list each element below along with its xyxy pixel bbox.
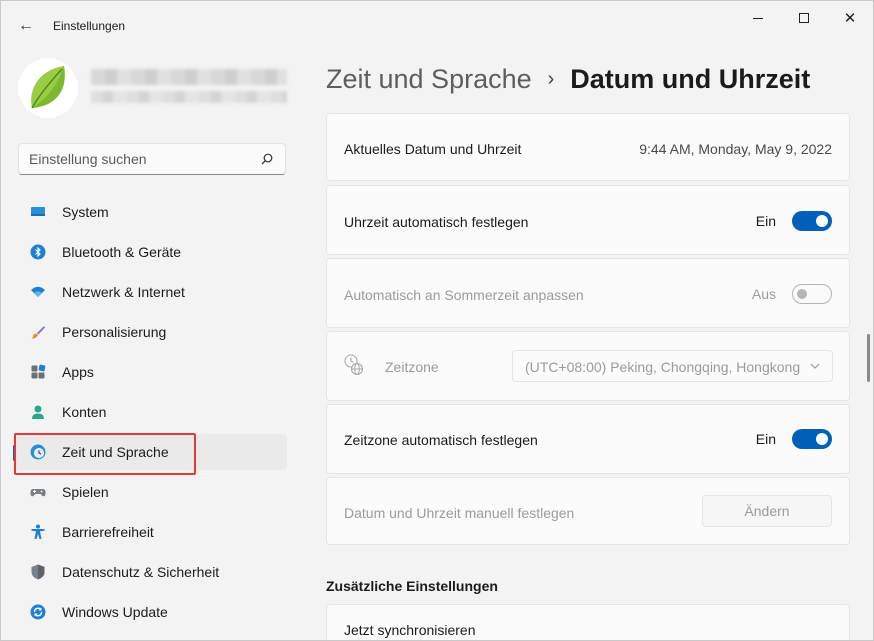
auto-timezone-card: Zeitzone automatisch festlegen Ein	[326, 404, 850, 474]
auto-timezone-label: Zeitzone automatisch festlegen	[344, 432, 538, 448]
close-button[interactable]: ✕	[827, 7, 873, 29]
account-name-redacted	[91, 69, 287, 85]
title-bar: ← Einstellungen ✕	[1, 1, 873, 49]
manual-datetime-card: Datum und Uhrzeit manuell festlegen Ände…	[326, 477, 850, 545]
dst-toggle-group: Aus	[752, 284, 832, 304]
dst-toggle[interactable]	[792, 284, 832, 304]
timezone-dropdown[interactable]: (UTC+08:00) Peking, Chongqing, Hongkong	[512, 350, 833, 382]
auto-time-label: Uhrzeit automatisch festlegen	[344, 214, 529, 230]
back-arrow-icon: ←	[18, 17, 34, 34]
page-title: Datum und Uhrzeit	[570, 63, 811, 94]
sidebar-item-label: Zeit und Sprache	[62, 444, 169, 460]
auto-time-card: Uhrzeit automatisch festlegen Ein	[326, 185, 850, 255]
sidebar-item-label: Konten	[62, 404, 107, 420]
app-title: Einstellungen	[53, 19, 126, 33]
bluetooth-icon	[30, 244, 46, 260]
sidebar-item-label: Windows Update	[62, 604, 168, 620]
current-datetime-label: Aktuelles Datum und Uhrzeit	[344, 141, 522, 157]
sidebar-item-windows-update[interactable]: Windows Update	[13, 594, 287, 630]
sidebar-item-gaming[interactable]: Spielen	[13, 474, 287, 510]
auto-time-toggle[interactable]	[792, 211, 832, 231]
scrollbar-thumb[interactable]	[867, 334, 870, 382]
minimize-button[interactable]	[735, 7, 781, 29]
search-input[interactable]	[29, 144, 259, 174]
sidebar-item-label: Netzwerk & Internet	[62, 284, 185, 300]
sidebar-item-network[interactable]: Netzwerk & Internet	[13, 274, 287, 310]
sidebar-item-label: Barrierefreiheit	[62, 524, 154, 540]
sidebar-item-personalization[interactable]: Personalisierung	[13, 314, 287, 350]
search-icon[interactable]	[261, 153, 273, 165]
clock-globe-icon	[30, 444, 46, 460]
sync-label: Jetzt synchronisieren	[344, 622, 476, 638]
sidebar-item-time-language[interactable]: Zeit und Sprache	[13, 434, 287, 470]
sidebar-item-accessibility[interactable]: Barrierefreiheit	[13, 514, 287, 550]
sidebar-item-label: Apps	[62, 364, 94, 380]
globe-clock-icon	[344, 354, 364, 376]
breadcrumb-separator: ›	[547, 67, 555, 90]
brush-icon	[31, 326, 45, 339]
wifi-icon	[31, 286, 45, 297]
auto-time-state: Ein	[755, 213, 776, 229]
dst-label: Automatisch an Sommerzeit anpassen	[344, 287, 584, 303]
breadcrumb-parent[interactable]: Zeit und Sprache	[326, 64, 532, 95]
current-datetime-card: Aktuelles Datum und Uhrzeit 9:44 AM, Mon…	[326, 113, 850, 181]
auto-time-toggle-group: Ein	[756, 211, 832, 231]
timezone-selected: (UTC+08:00) Peking, Chongqing, Hongkong	[525, 359, 801, 375]
search-box[interactable]	[18, 143, 286, 175]
sync-card: Jetzt synchronisieren	[326, 604, 850, 640]
manual-datetime-label: Datum und Uhrzeit manuell festlegen	[344, 505, 575, 521]
dst-state: Aus	[751, 286, 776, 302]
change-button[interactable]: Ändern	[702, 495, 832, 527]
timezone-card: Zeitzone (UTC+08:00) Peking, Chongqing, …	[326, 331, 850, 401]
minimize-icon	[753, 17, 763, 19]
sidebar-item-label: System	[62, 204, 109, 220]
breadcrumb: Zeit und Sprache › Datum und Uhrzeit	[326, 59, 810, 99]
additional-settings-heading: Zusätzliche Einstellungen	[326, 578, 498, 594]
accessibility-icon	[31, 524, 45, 539]
person-icon	[32, 405, 44, 419]
close-icon: ✕	[843, 9, 857, 27]
maximize-icon	[799, 13, 809, 23]
settings-window: ← Einstellungen ✕ Einstellung suchen Sys…	[0, 0, 874, 641]
dst-card: Automatisch an Sommerzeit anpassen Aus	[326, 258, 850, 328]
current-datetime-value: 9:44 AM, Monday, May 9, 2022	[639, 141, 832, 157]
account-email-redacted	[91, 91, 287, 103]
sidebar-item-label: Spielen	[62, 484, 109, 500]
timezone-label: Zeitzone	[385, 359, 439, 375]
sidebar-item-privacy-security[interactable]: Datenschutz & Sicherheit	[13, 554, 287, 590]
auto-timezone-state: Ein	[755, 431, 776, 447]
sidebar-item-apps[interactable]: Apps	[13, 354, 287, 390]
sidebar-item-label: Personalisierung	[62, 324, 167, 340]
auto-timezone-toggle-group: Ein	[756, 429, 832, 449]
monitor-icon	[31, 207, 45, 216]
sidebar-item-label: Bluetooth & Geräte	[62, 244, 182, 260]
back-button[interactable]: ←	[11, 13, 41, 39]
update-icon	[30, 604, 46, 620]
sidebar-nav: System Bluetooth & Geräte Netzwerk & Int…	[13, 194, 287, 634]
shield-icon	[31, 564, 45, 580]
apps-icon	[31, 364, 46, 379]
sidebar-item-system[interactable]: System	[13, 194, 287, 230]
chevron-down-icon	[810, 363, 820, 369]
leaf-icon	[31, 66, 65, 109]
sidebar-item-label: Datenschutz & Sicherheit	[62, 564, 220, 580]
avatar[interactable]	[18, 58, 78, 118]
sidebar-item-accounts[interactable]: Konten	[13, 394, 287, 430]
maximize-button[interactable]	[781, 7, 827, 29]
gamepad-icon	[30, 489, 46, 497]
sidebar-item-bluetooth[interactable]: Bluetooth & Geräte	[13, 234, 287, 270]
auto-timezone-toggle[interactable]	[792, 429, 832, 449]
